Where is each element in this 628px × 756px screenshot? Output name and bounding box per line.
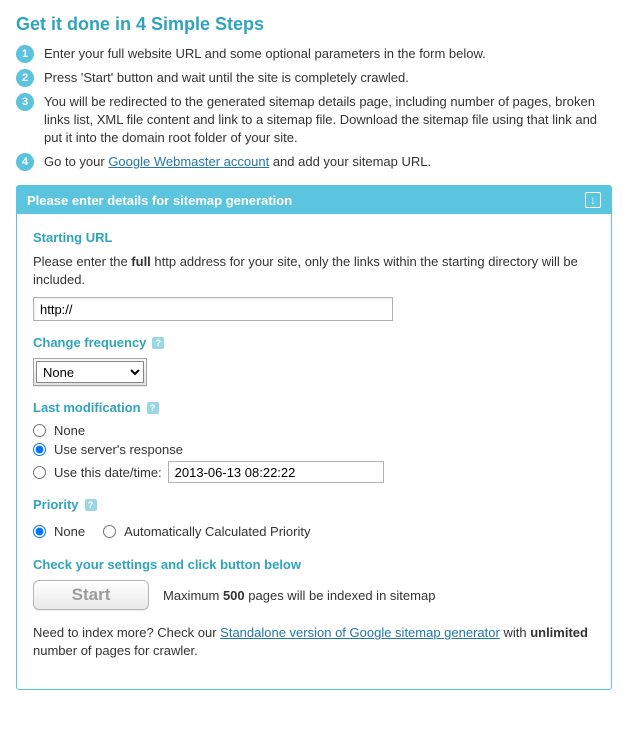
step-badge-3: 3 <box>16 93 34 111</box>
step-badge-2: 2 <box>16 69 34 87</box>
start-button[interactable]: Start <box>33 580 149 610</box>
lastmod-none-label: None <box>54 423 85 438</box>
lastmod-none-radio[interactable] <box>33 424 46 437</box>
last-mod-label: Last modification ? <box>33 400 595 415</box>
panel-title: Please enter details for sitemap generat… <box>27 193 292 208</box>
check-settings-label: Check your settings and click button bel… <box>33 557 595 572</box>
help-icon[interactable]: ? <box>147 402 159 414</box>
help-icon[interactable]: ? <box>85 499 97 511</box>
step-badge-4: 4 <box>16 153 34 171</box>
priority-auto-label: Automatically Calculated Priority <box>124 524 310 539</box>
lastmod-date-input[interactable] <box>168 461 384 483</box>
starting-url-desc: Please enter the full http address for y… <box>33 253 595 289</box>
standalone-link[interactable]: Standalone version of Google sitemap gen… <box>220 625 500 640</box>
steps-list: 1 Enter your full website URL and some o… <box>16 45 612 171</box>
form-panel: Please enter details for sitemap generat… <box>16 185 612 690</box>
step-text: Enter your full website URL and some opt… <box>44 45 486 63</box>
step-text: Press 'Start' button and wait until the … <box>44 69 409 87</box>
help-icon[interactable]: ? <box>152 337 164 349</box>
lastmod-server-radio[interactable] <box>33 443 46 456</box>
step-text: Go to your Google Webmaster account and … <box>44 153 431 171</box>
max-pages-note: Maximum 500 pages will be indexed in sit… <box>163 588 435 603</box>
change-freq-select-wrap: None <box>33 358 147 386</box>
step-text: You will be redirected to the generated … <box>44 93 612 147</box>
priority-none-radio[interactable] <box>33 525 46 538</box>
panel-header: Please enter details for sitemap generat… <box>17 186 611 214</box>
step-badge-1: 1 <box>16 45 34 63</box>
priority-none-label: None <box>54 524 85 539</box>
starting-url-input[interactable] <box>33 297 393 321</box>
standalone-note: Need to index more? Check our Standalone… <box>33 624 595 660</box>
collapse-icon[interactable]: ↓ <box>585 192 601 208</box>
webmaster-link[interactable]: Google Webmaster account <box>108 154 269 169</box>
starting-url-label: Starting URL <box>33 230 595 245</box>
lastmod-server-label: Use server's response <box>54 442 183 457</box>
priority-label: Priority ? <box>33 497 595 512</box>
lastmod-date-radio[interactable] <box>33 466 46 479</box>
change-freq-select[interactable]: None <box>36 361 144 383</box>
priority-auto-radio[interactable] <box>103 525 116 538</box>
change-freq-label: Change frequency ? <box>33 335 595 350</box>
lastmod-date-label: Use this date/time: <box>54 465 162 480</box>
page-title: Get it done in 4 Simple Steps <box>16 14 612 35</box>
